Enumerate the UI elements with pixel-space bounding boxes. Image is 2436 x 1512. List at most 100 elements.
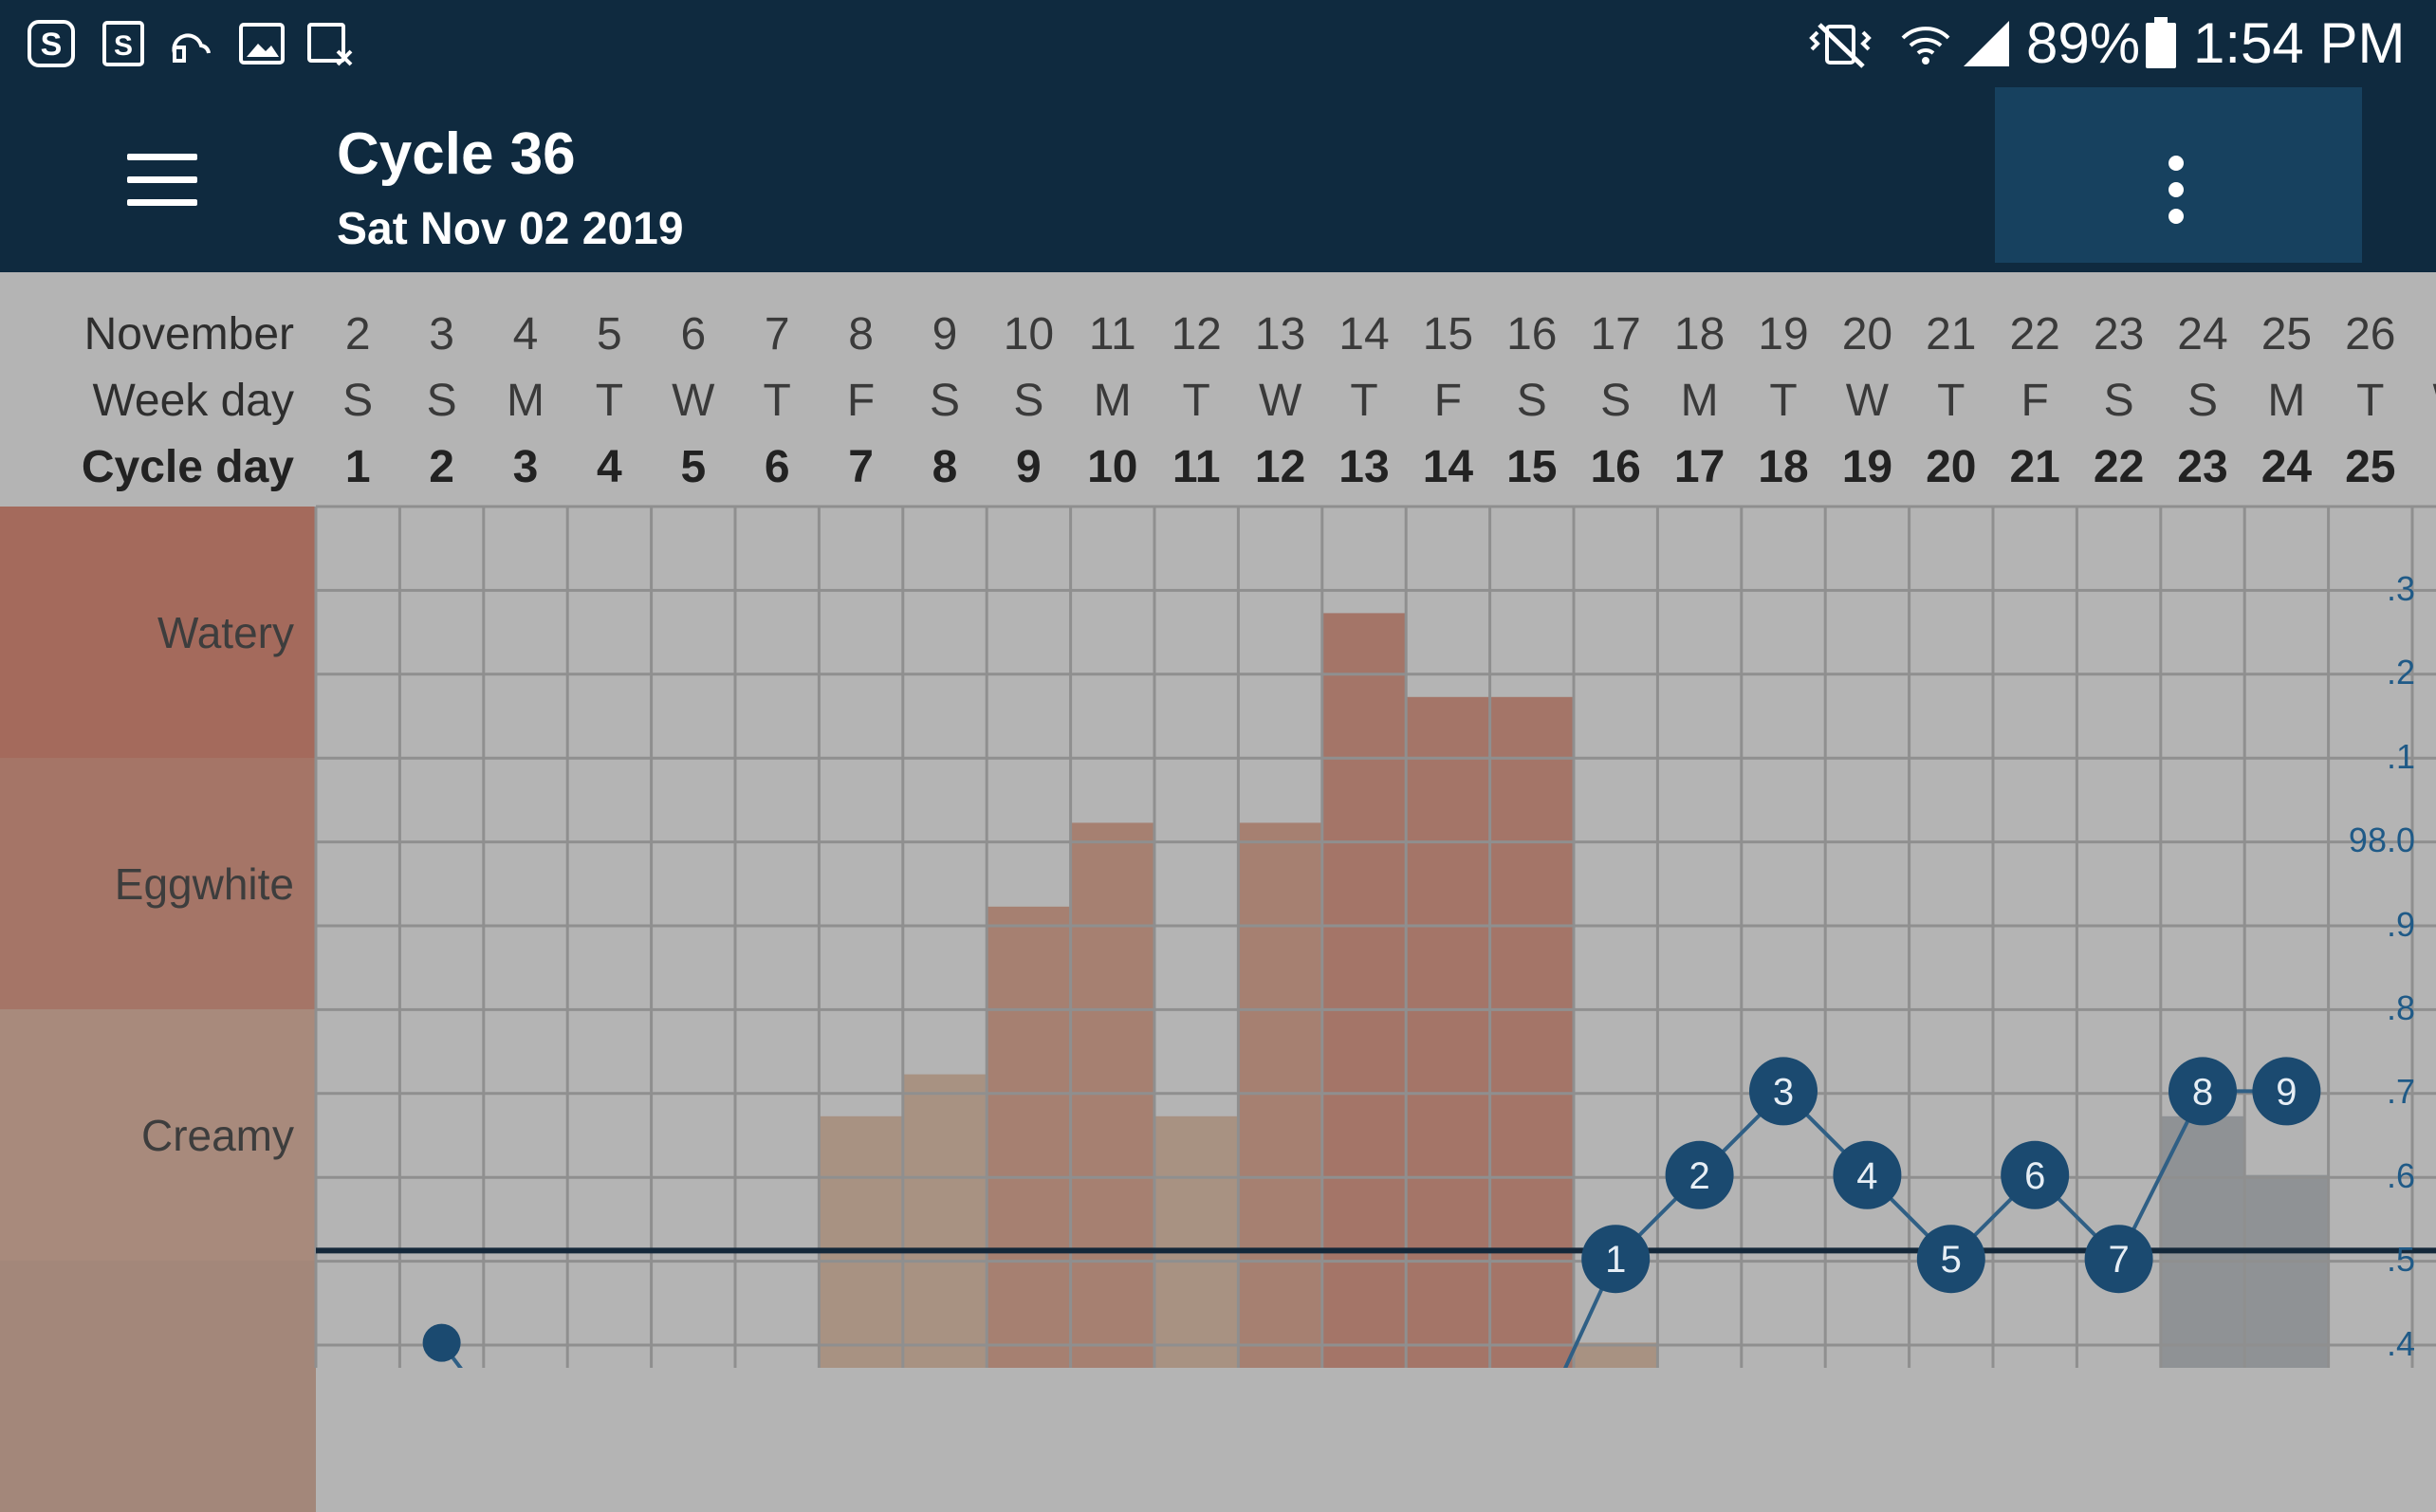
- temperature-point-label: 3: [1773, 1071, 1794, 1113]
- cycle-day-header[interactable]: 9: [987, 441, 1070, 493]
- cycle-day-header[interactable]: 17: [1658, 441, 1742, 493]
- date-header[interactable]: 19: [1742, 308, 1825, 360]
- date-header[interactable]: 23: [2077, 308, 2161, 360]
- date-header[interactable]: 18: [1658, 308, 1742, 360]
- cycle-day-header[interactable]: 8: [903, 441, 987, 493]
- svg-text:S: S: [114, 30, 133, 62]
- weekday-header[interactable]: T: [1154, 375, 1238, 427]
- date-header[interactable]: 13: [1239, 308, 1322, 360]
- date-header[interactable]: 9: [903, 308, 987, 360]
- temperature-tick-label: .5: [2386, 1240, 2415, 1280]
- weekday-header[interactable]: T: [567, 375, 651, 427]
- hamburger-menu-button[interactable]: [95, 146, 228, 214]
- date-header[interactable]: 2: [316, 308, 399, 360]
- weekday-header[interactable]: T: [735, 375, 819, 427]
- cycle-day-header[interactable]: 2: [2412, 441, 2436, 493]
- date-header[interactable]: 14: [1322, 308, 1406, 360]
- temperature-tick-label: .2: [2386, 653, 2415, 692]
- weekday-header[interactable]: S: [2161, 375, 2244, 427]
- mucus-bar: [1070, 822, 1154, 1368]
- cycle-day-header[interactable]: 22: [2077, 441, 2161, 493]
- chart-canvas[interactable]: 12345678 9: [0, 272, 2436, 1368]
- cycle-day-header[interactable]: 4: [567, 441, 651, 493]
- weekday-header[interactable]: S: [316, 375, 399, 427]
- weekday-header[interactable]: S: [987, 375, 1070, 427]
- cycle-day-header[interactable]: 5: [652, 441, 735, 493]
- date-header[interactable]: 12: [1154, 308, 1238, 360]
- weekday-header[interactable]: F: [1406, 375, 1489, 427]
- cycle-day-header[interactable]: 14: [1406, 441, 1489, 493]
- weekday-header[interactable]: M: [1658, 375, 1742, 427]
- overflow-menu-button[interactable]: [1995, 87, 2362, 263]
- weekday-header[interactable]: T: [1742, 375, 1825, 427]
- image-icon: [239, 23, 285, 65]
- date-header[interactable]: 16: [1490, 308, 1574, 360]
- date-header[interactable]: 21: [1910, 308, 1993, 360]
- date-header[interactable]: 15: [1406, 308, 1489, 360]
- cycle-day-header[interactable]: 23: [2161, 441, 2244, 493]
- weekday-header[interactable]: S: [1574, 375, 1657, 427]
- cycle-day-header[interactable]: 21: [1993, 441, 2076, 493]
- cycle-day-header[interactable]: 6: [735, 441, 819, 493]
- cycle-day-header[interactable]: 12: [1239, 441, 1322, 493]
- date-header[interactable]: 24: [2161, 308, 2244, 360]
- date-header[interactable]: 2: [2412, 308, 2436, 360]
- cycle-day-header[interactable]: 25: [2329, 441, 2412, 493]
- weekday-header[interactable]: W: [1825, 375, 1909, 427]
- weekday-header[interactable]: S: [1490, 375, 1574, 427]
- skype-for-business-icon: S: [102, 21, 144, 66]
- temperature-point-label: 5: [1941, 1239, 1962, 1281]
- more-vert-icon-dot: [2168, 209, 2184, 224]
- weekday-header[interactable]: W: [2412, 375, 2436, 427]
- mucus-bar: [1154, 1116, 1239, 1368]
- date-header[interactable]: 25: [2244, 308, 2328, 360]
- weekday-header[interactable]: T: [1910, 375, 1993, 427]
- date-header[interactable]: 3: [400, 308, 484, 360]
- cycle-day-header[interactable]: 19: [1825, 441, 1909, 493]
- cycle-day-header[interactable]: 7: [820, 441, 903, 493]
- cycle-day-header[interactable]: 24: [2244, 441, 2328, 493]
- weekday-header[interactable]: T: [1322, 375, 1406, 427]
- cycle-day-header[interactable]: 13: [1322, 441, 1406, 493]
- cycle-day-header[interactable]: 15: [1490, 441, 1574, 493]
- date-header[interactable]: 6: [652, 308, 735, 360]
- date-header[interactable]: 11: [1071, 308, 1154, 360]
- cycle-day-header[interactable]: 20: [1910, 441, 1993, 493]
- weekday-header[interactable]: M: [484, 375, 567, 427]
- cycle-day-header[interactable]: 11: [1154, 441, 1238, 493]
- weekday-header[interactable]: F: [1993, 375, 2076, 427]
- weekday-header[interactable]: M: [1071, 375, 1154, 427]
- skype-icon: S: [28, 20, 75, 67]
- date-header[interactable]: 22: [1993, 308, 2076, 360]
- weekday-header[interactable]: W: [1239, 375, 1322, 427]
- date-header[interactable]: 4: [484, 308, 567, 360]
- cycle-day-header[interactable]: 16: [1574, 441, 1657, 493]
- cycle-day-header[interactable]: 18: [1742, 441, 1825, 493]
- weekday-header[interactable]: S: [903, 375, 987, 427]
- cycle-day-header[interactable]: 1: [316, 441, 399, 493]
- date-header[interactable]: 20: [1825, 308, 1909, 360]
- temperature-tick-label: 98.0: [2348, 821, 2415, 860]
- date-header[interactable]: 8: [820, 308, 903, 360]
- weekday-header[interactable]: S: [400, 375, 484, 427]
- weekday-header[interactable]: F: [820, 375, 903, 427]
- weekday-header[interactable]: W: [652, 375, 735, 427]
- date-header[interactable]: 26: [2329, 308, 2412, 360]
- date-header[interactable]: 5: [567, 308, 651, 360]
- cycle-chart[interactable]: 123456789 November Week day Cycle day 2S…: [0, 272, 2436, 1512]
- category-label: Eggwhite: [114, 858, 294, 909]
- weekday-header[interactable]: T: [2329, 375, 2412, 427]
- date-header[interactable]: 7: [735, 308, 819, 360]
- more-vert-icon: [2168, 156, 2184, 171]
- weekday-header[interactable]: M: [2244, 375, 2328, 427]
- cycle-day-header[interactable]: 3: [484, 441, 567, 493]
- date-header[interactable]: 10: [987, 308, 1070, 360]
- cycle-day-header[interactable]: 10: [1071, 441, 1154, 493]
- temperature-tick-label: .6: [2386, 1155, 2415, 1195]
- date-header[interactable]: 17: [1574, 308, 1657, 360]
- cycle-day-header[interactable]: 2: [400, 441, 484, 493]
- battery-percent: 89%: [2026, 11, 2141, 75]
- mucus-bar: [902, 1074, 987, 1368]
- temperature-tick-label: .7: [2386, 1072, 2415, 1112]
- weekday-header[interactable]: S: [2077, 375, 2161, 427]
